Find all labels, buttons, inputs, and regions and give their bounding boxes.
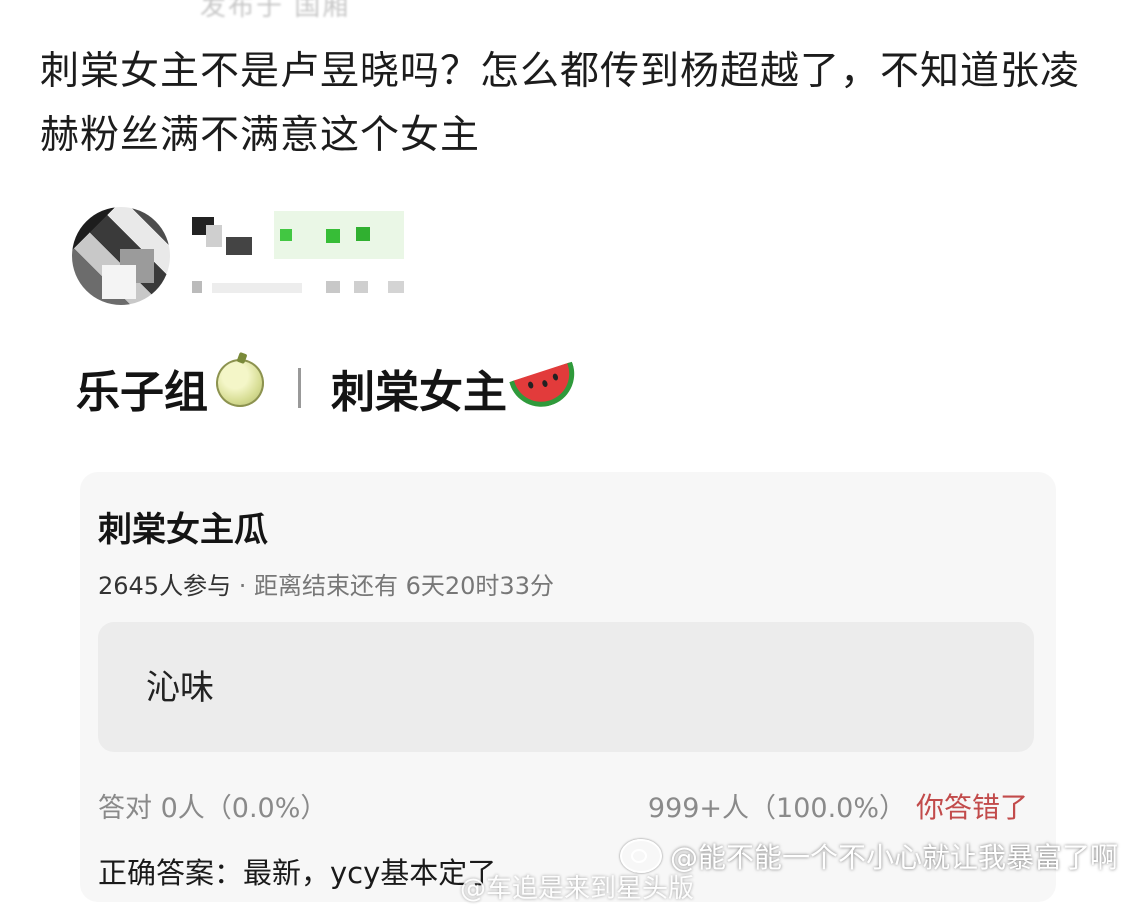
correct-count: 答对 0人（0.0%） [98, 793, 328, 824]
watermark-text: @能不能一个不小心就让我暴富了啊 [669, 841, 1118, 874]
poll-participants: 2645人参与 [98, 572, 232, 600]
watermark-text-secondary: @车追是来到星头版 [460, 874, 695, 904]
poll-title: 刺棠女主瓜 [98, 510, 268, 550]
wrong-count: 999+人（100.0%） [647, 793, 906, 824]
poll-meta-separator: · [238, 572, 247, 600]
author-name-blurred[interactable] [192, 211, 492, 301]
group-name[interactable]: 乐子组 [76, 356, 208, 420]
poll-option-text: 沁味 [146, 668, 214, 708]
avatar[interactable] [72, 207, 170, 305]
author-row[interactable] [72, 205, 492, 305]
topic-name[interactable]: 刺棠女主 [331, 356, 507, 420]
correct-answer: 正确答案：最新，ycy基本定了 [98, 856, 497, 890]
result-badge: 你答错了 [915, 791, 1028, 824]
poll-option[interactable]: 沁味 [98, 622, 1034, 752]
watermelon-emoji-icon [509, 361, 583, 415]
weibo-watermark: @能不能一个不小心就让我暴富了啊 [619, 836, 1118, 876]
divider [298, 368, 301, 408]
poll-meta: 2645人参与 · 距离结束还有 6天20时33分 [98, 566, 554, 601]
melon-emoji-icon [208, 358, 264, 418]
post-text: 刺棠女主不是卢昱晓吗？怎么都传到杨超越了，不知道张凌赫粉丝满不满意这个女主 [40, 49, 1081, 158]
top-cut-text: 发布于 国厢 [200, 0, 351, 22]
poll-countdown: 距离结束还有 6天20时33分 [254, 572, 554, 600]
group-header[interactable]: 乐子组 刺棠女主 [76, 356, 583, 420]
